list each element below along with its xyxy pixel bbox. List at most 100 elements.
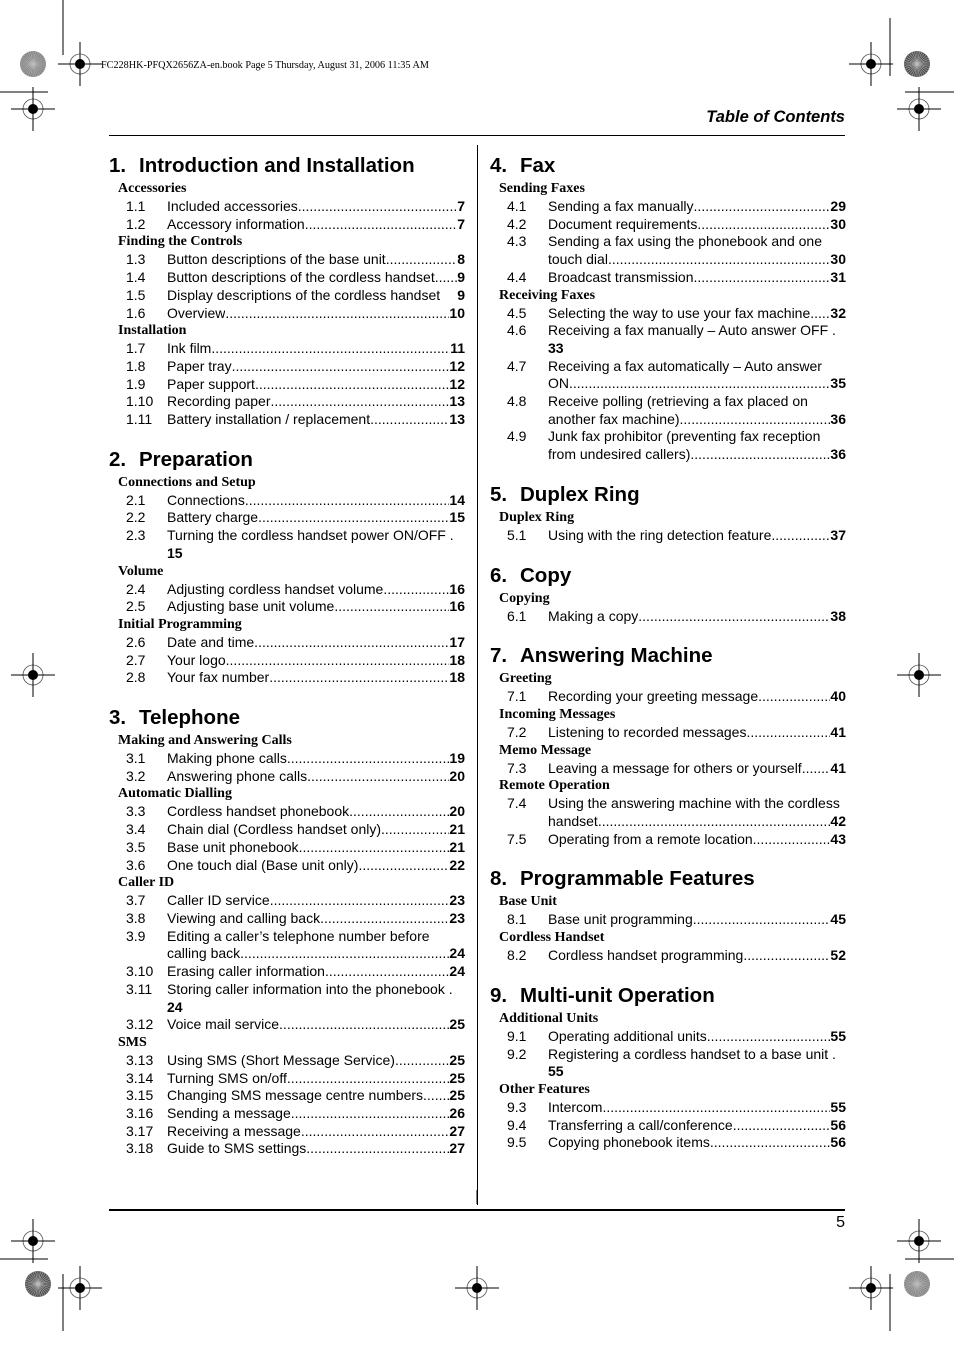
entry-body: Base unit phonebook 21 [167, 839, 465, 857]
toc-entry[interactable]: 2.2 Battery charge 15 [109, 509, 465, 527]
entry-body: Your fax number 18 [167, 669, 465, 687]
toc-entry[interactable]: 2.7 Your logo 18 [109, 652, 465, 670]
toc-entry[interactable]: 2.1 Connections 14 [109, 492, 465, 510]
leader-dots [254, 634, 449, 652]
toc-entry[interactable]: 8.2 Cordless handset programming 52 [490, 947, 846, 965]
toc-entry[interactable]: 1.1 Included accessories 7 [109, 198, 465, 216]
toc-entry[interactable]: 9.3 Intercom 55 [490, 1099, 846, 1117]
toc-entry[interactable]: 9.5 Copying phonebook items 56 [490, 1134, 846, 1152]
chapter-heading[interactable]: 3. Telephone [109, 704, 465, 732]
toc-entry[interactable]: 3.8 Viewing and calling back 23 [109, 910, 465, 928]
toc-entry[interactable]: 3.6 One touch dial (Base unit only) 22 [109, 857, 465, 875]
toc-entry[interactable]: 4.5 Selecting the way to use your fax mac… [490, 305, 846, 323]
toc-entry[interactable]: 3.3 Cordless handset phonebook 20 [109, 803, 465, 821]
toc-entry[interactable]: 4.3 Sending a fax using the phonebook and… [490, 233, 846, 268]
chapter-heading[interactable]: 8. Programmable Features [490, 865, 846, 893]
toc-entry[interactable]: 6.1 Making a copy 38 [490, 608, 846, 626]
toc-entry[interactable]: 3.7 Caller ID service 23 [109, 892, 465, 910]
toc-entry[interactable]: 4.8 Receive polling (retrieving a fax pla… [490, 393, 846, 428]
toc-entry[interactable]: 3.4 Chain dial (Cordless handset only) 21 [109, 821, 465, 839]
entry-title: Intercom [548, 1098, 603, 1115]
toc-entry[interactable]: 2.4 Adjusting cordless handset volume 16 [109, 581, 465, 599]
toc-entry[interactable]: 4.6 Receiving a fax manually – Auto answe… [490, 322, 846, 357]
toc-entry[interactable]: 1.7 Ink film 11 [109, 340, 465, 358]
toc-entry[interactable]: 3.13 Using SMS (Short Message Service) 25 [109, 1052, 465, 1070]
toc-entry[interactable]: 2.5 Adjusting base unit volume 16 [109, 598, 465, 616]
toc-entry[interactable]: 1.3 Button descriptions of the base unit … [109, 251, 465, 269]
entry-number: 3.1 [126, 750, 146, 767]
toc-entry[interactable]: 5.1 Using with the ring detection feature… [490, 527, 846, 545]
entry-body: Button descriptions of the cordless hand… [167, 269, 465, 287]
toc-entry[interactable]: 3.17 Receiving a message 27 [109, 1123, 465, 1141]
entry-title: Leaving a message for others or yourself [548, 759, 802, 776]
chapter-number: 3. [109, 706, 127, 730]
toc-entry[interactable]: 3.16 Sending a message 26 [109, 1105, 465, 1123]
chapter-heading[interactable]: 7. Answering Machine [490, 642, 846, 670]
toc-entry[interactable]: 1.5 Display descriptions of the cordless … [109, 287, 465, 305]
entry-page: 55 [548, 1063, 564, 1080]
toc-right-column: 4. Fax Sending Faxes 4.1 Sending a fax manua… [490, 152, 846, 1169]
toc-entry[interactable]: 1.11 Battery installation / replacement 1… [109, 411, 465, 429]
registration-mark [11, 87, 55, 131]
toc-entry[interactable]: 3.9 Editing a caller’s telephone number b… [109, 928, 465, 963]
toc-entry[interactable]: 7.5 Operating from a remote location 43 [490, 831, 846, 849]
entry-page: 55 [830, 1098, 846, 1115]
toc-entry[interactable]: 2.3 Turning the cordless handset power ON… [109, 527, 465, 562]
chapter-heading[interactable]: 4. Fax [490, 152, 846, 180]
toc-entry[interactable]: 4.7 Receiving a fax automatically – Auto … [490, 358, 846, 393]
entry-title: Paper support [167, 375, 255, 392]
entry-page: 9 [457, 286, 465, 303]
toc-entry[interactable]: 1.10 Recording paper 13 [109, 393, 465, 411]
entry-title: Recording paper [167, 393, 271, 410]
entry-body: Battery installation / replacement 13 [167, 411, 465, 429]
toc-entry[interactable]: 7.2 Listening to recorded messages 41 [490, 724, 846, 742]
toc-entry[interactable]: 3.2 Answering phone calls 20 [109, 768, 465, 786]
toc-entry[interactable]: 4.4 Broadcast transmission 31 [490, 269, 846, 287]
toc-entry[interactable]: 1.2 Accessory information 7 [109, 216, 465, 234]
entry-number: 7.2 [507, 723, 527, 740]
toc-entry[interactable]: 3.14 Turning SMS on/off 25 [109, 1070, 465, 1088]
toc-entry[interactable]: 9.1 Operating additional units 55 [490, 1028, 846, 1046]
entry-title: Answering phone calls [167, 767, 308, 784]
toc-entry[interactable]: 7.1 Recording your greeting message 40 [490, 688, 846, 706]
entry-number: 3.13 [126, 1051, 154, 1068]
toc-entry[interactable]: 3.12 Voice mail service 25 [109, 1016, 465, 1034]
toc-entry[interactable]: 9.2 Registering a cordless handset to a b… [490, 1046, 846, 1081]
toc-entry[interactable]: 1.6 Overview 10 [109, 305, 465, 323]
toc-entry[interactable]: 3.10 Erasing caller information 24 [109, 963, 465, 981]
entry-page: 15 [167, 544, 183, 561]
toc-entry[interactable]: 7.3 Leaving a message for others or yours… [490, 760, 846, 778]
toc-entry[interactable]: 3.5 Base unit phonebook 21 [109, 839, 465, 857]
toc-entry[interactable]: 1.9 Paper support 12 [109, 376, 465, 394]
section-group-heading: Cordless Handset [499, 930, 605, 946]
toc-entry[interactable]: 3.1 Making phone calls 19 [109, 750, 465, 768]
chapter-heading[interactable]: 2. Preparation [109, 446, 465, 474]
toc-entry[interactable]: 3.15 Changing SMS message centre numbers 2… [109, 1087, 465, 1105]
toc-entry[interactable]: 3.18 Guide to SMS settings 27 [109, 1140, 465, 1158]
toc-entry[interactable]: 8.1 Base unit programming 45 [490, 911, 846, 929]
toc-entry[interactable]: 1.4 Button descriptions of the cordless h… [109, 269, 465, 287]
chapter-heading[interactable]: 6. Copy [490, 562, 846, 590]
toc-entry[interactable]: 4.2 Document requirements 30 [490, 216, 846, 234]
entry-number: 1.11 [126, 411, 153, 428]
entry-title-continued: ON 35 [548, 375, 846, 393]
entry-number: 2.7 [126, 651, 146, 668]
toc-entry[interactable]: 2.8 Your fax number 18 [109, 669, 465, 687]
entry-body: Battery charge 15 [167, 509, 465, 527]
toc-entry[interactable]: 1.8 Paper tray 12 [109, 358, 465, 376]
toc-entry[interactable]: 3.11 Storing caller information into the … [109, 981, 465, 1016]
toc-entry[interactable]: 9.4 Transferring a call/conference 56 [490, 1117, 846, 1135]
chapter-heading[interactable]: 5. Duplex Ring [490, 481, 846, 509]
chapter-heading[interactable]: 1. Introduction and Installation [109, 152, 465, 180]
entry-body: Using SMS (Short Message Service) 25 [167, 1052, 465, 1070]
entry-body: Sending a fax manually 29 [548, 198, 846, 216]
entry-page: 19 [449, 750, 465, 767]
toc-entry[interactable]: 2.6 Date and time 17 [109, 634, 465, 652]
entry-title: Connections [167, 491, 245, 508]
entry-body: Button descriptions of the base unit 8 [167, 251, 465, 269]
entry-number: 2.4 [126, 580, 146, 597]
toc-entry[interactable]: 7.4 Using the answering machine with the … [490, 795, 846, 830]
toc-entry[interactable]: 4.9 Junk fax prohibitor (preventing fax r… [490, 428, 846, 463]
chapter-heading[interactable]: 9. Multi-unit Operation [490, 982, 846, 1010]
toc-entry[interactable]: 4.1 Sending a fax manually 29 [490, 198, 846, 216]
